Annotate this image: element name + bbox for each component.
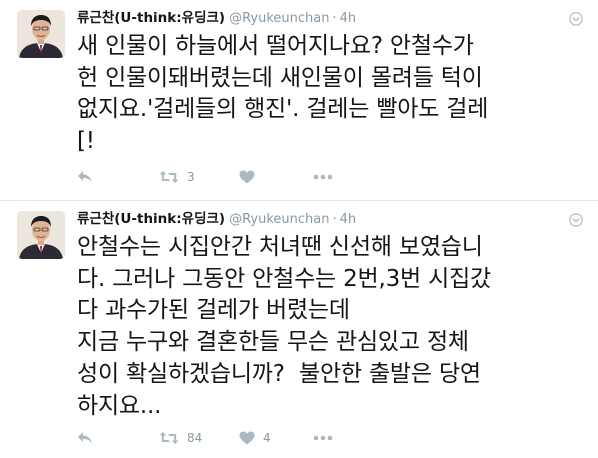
tweet-actions: 3 — [77, 167, 343, 187]
reply-button[interactable] — [77, 170, 159, 184]
tweet[interactable]: 류근찬(U-think:유딩크) @Ryukeunchan · 4h 새 인물이 하늘… — [0, 0, 598, 201]
like-button[interactable]: 4 — [239, 431, 313, 445]
screen-name[interactable]: @Ryukeunchan — [229, 212, 329, 227]
avatar-image — [17, 211, 65, 259]
avatar-image — [17, 10, 65, 58]
more-icon — [313, 435, 333, 441]
retweet-button[interactable]: 84 — [159, 431, 239, 445]
tweet-time[interactable]: 4h — [340, 212, 357, 227]
reply-button[interactable] — [77, 431, 159, 445]
reply-icon — [78, 171, 92, 183]
more-button[interactable] — [313, 174, 343, 180]
tweet-actions: 84 4 — [77, 428, 343, 448]
reply-icon — [78, 432, 92, 444]
more-button[interactable] — [313, 435, 343, 441]
tweet-time[interactable]: 4h — [340, 11, 357, 26]
retweet-count: 84 — [187, 431, 203, 445]
chevron-down-icon[interactable] — [569, 11, 583, 26]
screen-name[interactable]: @Ryukeunchan — [229, 11, 329, 26]
retweet-icon — [159, 171, 179, 183]
author-name[interactable]: 류근찬(U-think:유딩크) — [77, 211, 225, 227]
separator-dot: · — [332, 11, 337, 26]
retweet-button[interactable]: 3 — [159, 170, 239, 184]
avatar[interactable] — [17, 211, 65, 259]
like-button[interactable] — [239, 170, 313, 184]
retweet-icon — [159, 432, 179, 444]
author-name[interactable]: 류근찬(U-think:유딩크) — [77, 10, 225, 26]
heart-icon — [239, 431, 255, 445]
tweet[interactable]: 류근찬(U-think:유딩크) @Ryukeunchan · 4h 안철수는 시집안… — [0, 201, 598, 458]
separator-dot: · — [332, 212, 337, 227]
tweet-header: 류근찬(U-think:유딩크) @Ryukeunchan · 4h — [77, 9, 356, 27]
like-count: 4 — [263, 431, 271, 445]
tweet-text: 새 인물이 하늘에서 떨어지나요? 안철수가 헌 인물이돼버렸는데 새인물이 몰… — [77, 33, 489, 154]
chevron-down-icon[interactable] — [569, 212, 583, 227]
more-icon — [313, 174, 333, 180]
tweet-header: 류근찬(U-think:유딩크) @Ryukeunchan · 4h — [77, 210, 356, 228]
tweet-text: 안철수는 시집안간 처녀땐 신선해 보였습니 다. 그러나 그동안 안철수는 2… — [77, 234, 492, 419]
heart-icon — [239, 170, 255, 184]
retweet-count: 3 — [187, 170, 195, 184]
avatar[interactable] — [17, 10, 65, 58]
tweet-timeline: 류근찬(U-think:유딩크) @Ryukeunchan · 4h 새 인물이 하늘… — [0, 0, 598, 458]
